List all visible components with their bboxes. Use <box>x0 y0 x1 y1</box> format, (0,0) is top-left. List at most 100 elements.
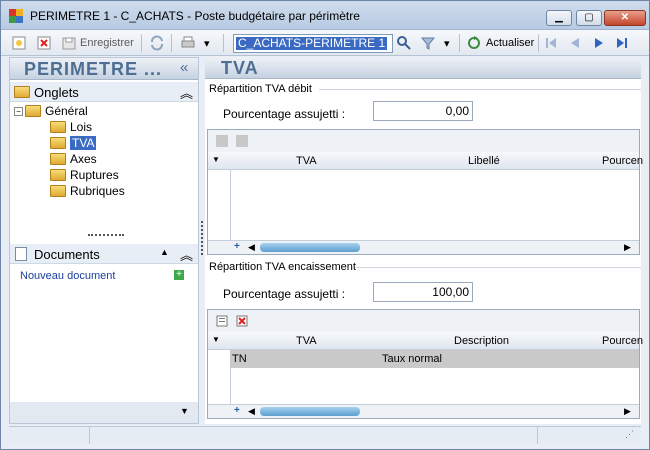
row-menu-icon[interactable]: ▼ <box>212 155 220 164</box>
filter-dropdown-icon[interactable]: ▾ <box>444 37 450 50</box>
cell-tva: TN <box>232 353 247 365</box>
maximize-icon: ▢ <box>584 12 594 23</box>
print-dropdown-icon[interactable]: ▾ <box>204 37 210 50</box>
close-icon: ✕ <box>620 12 630 23</box>
table-row[interactable]: TN Taux normal <box>230 350 639 368</box>
toolbar: Enregistrer ▾ C_ACHATS-PERIMETRE 1 ▾ Act… <box>1 30 649 56</box>
collapse-icon[interactable]: ︽ <box>180 245 193 264</box>
group-label-debit: Répartition TVA débit <box>209 83 312 95</box>
tree-label: Rubriques <box>70 184 125 198</box>
minimize-icon: ▁ <box>555 12 563 23</box>
print-icon[interactable] <box>180 35 196 51</box>
folder-icon <box>14 86 30 98</box>
folder-open-icon <box>50 137 66 149</box>
left-panel: PERIMETRE ... « Onglets ︽ − Général Lois … <box>9 57 199 424</box>
folder-icon <box>50 185 66 197</box>
pourcentage-debit-field[interactable]: 0,00 <box>373 101 473 121</box>
previous-record-icon[interactable] <box>567 35 583 51</box>
new-document-link[interactable]: Nouveau document <box>20 270 115 282</box>
folder-icon <box>25 105 41 117</box>
horizontal-scrollbar[interactable]: + ◀ ▶ <box>208 240 639 254</box>
collapse-icon[interactable]: ︽ <box>180 83 193 102</box>
group-line <box>355 267 641 268</box>
tree-label: TVA <box>70 136 97 150</box>
tva-encaissement-grid: ▼ TVA Description Pourcen TN Taux normal… <box>207 309 643 419</box>
column-header[interactable]: TVA <box>296 155 317 167</box>
grid-toolbar <box>208 310 639 332</box>
tree-label: Ruptures <box>70 168 119 182</box>
document-icon <box>15 247 27 261</box>
scroll-left-icon[interactable]: ◀ <box>248 242 255 253</box>
main-panel-header: TVA <box>205 57 641 79</box>
splitter-grip[interactable] <box>88 234 124 236</box>
status-divider <box>89 427 90 444</box>
collapse-panel-icon[interactable]: « <box>180 59 188 76</box>
toolbar-separator <box>459 34 460 52</box>
tree-item-tva[interactable]: TVA <box>50 136 97 152</box>
scroll-thumb[interactable] <box>260 243 360 252</box>
page-title: TVA <box>221 58 259 78</box>
maximize-button[interactable]: ▢ <box>576 10 602 26</box>
window-title: PERIMETRE 1 - C_ACHATS - Poste budgétair… <box>30 9 360 23</box>
application-window: PERIMETRE 1 - C_ACHATS - Poste budgétair… <box>0 0 650 450</box>
sync-icon[interactable] <box>149 35 165 51</box>
scroll-right-icon[interactable]: ▶ <box>624 242 631 253</box>
search-icon[interactable] <box>396 35 412 51</box>
new-line-icon[interactable] <box>216 135 228 147</box>
resize-grip-icon[interactable]: ⋰ <box>625 429 634 440</box>
first-record-icon[interactable] <box>543 35 559 51</box>
main-panel: TVA Répartition TVA débit Pourcentage as… <box>205 57 643 424</box>
pourcentage-encaissement-field[interactable]: 100,00 <box>373 282 473 302</box>
column-header[interactable]: Libellé <box>468 155 500 167</box>
add-document-icon[interactable]: + <box>174 270 184 280</box>
tree-item-ruptures[interactable]: Ruptures <box>50 168 119 184</box>
chevron-down-icon[interactable]: ▼ <box>180 406 189 416</box>
tree-expander-icon[interactable]: − <box>14 106 23 116</box>
tree-label: Général <box>45 104 88 118</box>
onglets-section-header[interactable]: Onglets ︽ <box>10 82 198 102</box>
new-record-icon[interactable] <box>11 35 27 51</box>
scroll-left-icon[interactable]: ◀ <box>248 406 255 417</box>
left-panel-header: PERIMETRE ... « <box>10 58 198 80</box>
tree-item-lois[interactable]: Lois <box>50 120 92 136</box>
save-icon <box>62 37 76 50</box>
refresh-button[interactable]: Actualiser <box>486 37 534 49</box>
onglets-label: Onglets <box>34 85 79 100</box>
column-header[interactable]: TVA <box>296 335 317 347</box>
combo-value: C_ACHATS-PERIMETRE 1 <box>236 36 388 50</box>
field-label-encaissement: Pourcentage assujetti : <box>223 287 346 301</box>
scroll-thumb[interactable] <box>260 407 360 416</box>
group-line <box>319 89 641 90</box>
documents-section-header[interactable]: Documents ▲ ︽ <box>10 244 198 264</box>
record-selector-combo[interactable]: C_ACHATS-PERIMETRE 1 <box>233 34 393 53</box>
add-row-icon[interactable]: + <box>234 241 240 252</box>
field-label-debit: Pourcentage assujetti : <box>223 107 346 121</box>
new-line-icon[interactable] <box>216 315 228 327</box>
filter-icon[interactable] <box>420 35 436 51</box>
delete-icon[interactable] <box>36 35 52 51</box>
delete-line-icon[interactable] <box>236 135 248 147</box>
vertical-splitter[interactable] <box>201 221 203 255</box>
folder-icon <box>50 169 66 181</box>
toolbar-separator <box>538 34 539 52</box>
close-window-button[interactable]: ✕ <box>604 10 646 26</box>
column-header[interactable]: Pourcen <box>602 155 643 167</box>
status-bar: ⋰ <box>9 426 641 444</box>
column-header[interactable]: Pourcen <box>602 335 643 347</box>
grid-header: ▼ TVA Description Pourcen <box>208 332 643 350</box>
next-record-icon[interactable] <box>591 35 607 51</box>
tree-item-axes[interactable]: Axes <box>50 152 97 168</box>
scroll-right-icon[interactable]: ▶ <box>624 406 631 417</box>
tree-item-general[interactable]: − Général <box>14 104 88 120</box>
horizontal-scrollbar[interactable]: + ◀ ▶ <box>208 404 639 418</box>
last-record-icon[interactable] <box>614 35 630 51</box>
tree-item-rubriques[interactable]: Rubriques <box>50 184 125 200</box>
delete-line-icon[interactable] <box>236 315 248 327</box>
save-button[interactable]: Enregistrer <box>80 37 134 49</box>
grid-divider <box>230 170 231 240</box>
row-menu-icon[interactable]: ▼ <box>212 335 220 344</box>
add-row-icon[interactable]: + <box>234 405 240 416</box>
move-up-icon[interactable]: ▲ <box>160 247 169 257</box>
column-header[interactable]: Description <box>454 335 509 347</box>
minimize-button[interactable]: ▁ <box>546 10 572 26</box>
